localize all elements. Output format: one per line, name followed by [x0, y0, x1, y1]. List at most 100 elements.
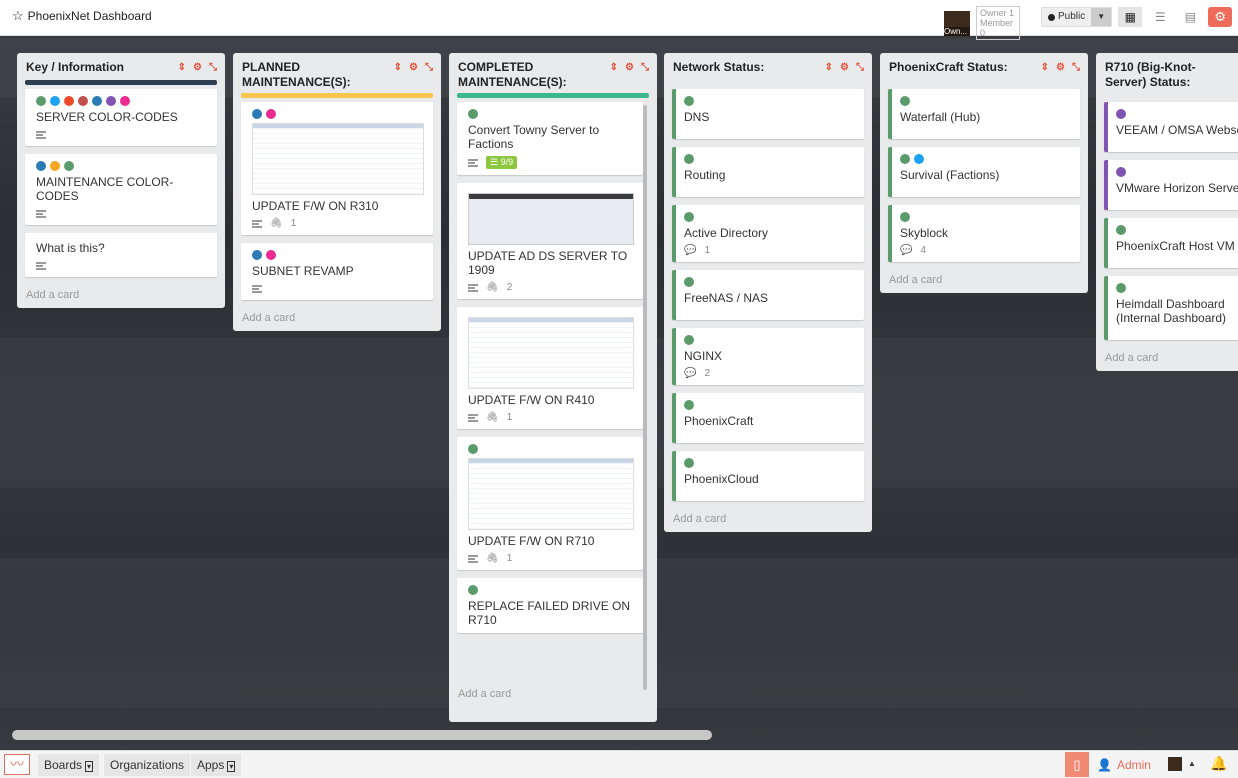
list-network-status: Network Status: ⇕ ⚙ ⤡ DNS Routing Active D…	[664, 53, 872, 532]
list-icons: ⇕ ⚙ ⤡	[610, 60, 649, 75]
card[interactable]: MAINTENANCE COLOR-CODES	[25, 154, 217, 225]
gear-icon[interactable]: ⚙	[193, 60, 202, 75]
organizations-label: Organizations	[110, 758, 185, 772]
card[interactable]: NGINX 💬 2	[672, 328, 864, 385]
calendar-view-icon[interactable]: ▤	[1178, 7, 1202, 27]
card[interactable]: REPLACE FAILED DRIVE ON R710	[457, 578, 643, 633]
caret-updown-icon[interactable]: ⇕	[394, 60, 402, 75]
horizontal-scrollbar[interactable]	[12, 730, 712, 740]
list-color-bar	[457, 93, 649, 98]
list-view-icon[interactable]: ☰	[1148, 7, 1172, 27]
label-dot	[92, 96, 102, 106]
add-card-button[interactable]: Add a card	[664, 509, 872, 532]
card-title: What is this?	[36, 241, 105, 255]
list-scroll-area[interactable]: Convert Towny Server to Factions ☰ 9/9 U…	[449, 102, 657, 684]
card[interactable]: What is this?	[25, 233, 217, 277]
caret-updown-icon[interactable]: ⇕	[178, 60, 186, 75]
collapse-icon[interactable]: ⤡	[209, 60, 217, 75]
app-logo-icon[interactable]: 〰	[4, 754, 30, 775]
card-title: MAINTENANCE COLOR-CODES	[36, 175, 174, 203]
collapse-icon[interactable]: ⤡	[856, 60, 864, 75]
card-title: PhoenixCloud	[684, 472, 759, 486]
list-key-information: Key / Information ⇕ ⚙ ⤡ SERVER COLOR-CODES…	[17, 53, 225, 308]
list-title[interactable]: COMPLETED MAINTENANCE(S):	[458, 60, 586, 90]
label-dot	[252, 250, 262, 260]
add-card-button[interactable]: Add a card	[1096, 348, 1238, 371]
card[interactable]: Waterfall (Hub)	[888, 89, 1080, 139]
card[interactable]: VEEAM / OMSA Webserver	[1104, 102, 1238, 152]
card[interactable]: Skyblock 💬 4	[888, 205, 1080, 262]
board-title: ☆ PhoenixNet Dashboard	[12, 9, 152, 24]
card[interactable]: PhoenixCloud	[672, 451, 864, 501]
admin-menu[interactable]: 👤 Admin	[1097, 758, 1156, 772]
description-icon	[468, 554, 478, 563]
card-title: Survival (Factions)	[900, 168, 1000, 182]
list-title[interactable]: PLANNED MAINTENANCE(S):	[242, 60, 370, 90]
boards-menu[interactable]: Boards ▾	[38, 754, 100, 776]
collapse-icon[interactable]: ⤡	[425, 60, 433, 75]
card[interactable]: UPDATE F/W ON R710 🖇 1	[457, 437, 643, 570]
card[interactable]: PhoenixCraft	[672, 393, 864, 443]
card[interactable]: Convert Towny Server to Factions ☰ 9/9	[457, 102, 643, 175]
visibility-button[interactable]: Public ▼	[1041, 7, 1113, 27]
board-title-text[interactable]: PhoenixNet Dashboard	[28, 9, 152, 23]
card[interactable]: Survival (Factions)	[888, 147, 1080, 197]
gear-icon[interactable]: ⚙	[840, 60, 849, 75]
add-card-button[interactable]: Add a card	[233, 308, 441, 331]
footer-bar: 〰 Boards ▾ Organizations Apps ▾ ▯ 👤 Admin ▲…	[0, 750, 1238, 778]
caret-down-icon[interactable]: ▼	[1091, 8, 1112, 26]
user-avatar[interactable]	[1168, 757, 1182, 771]
card[interactable]: UPDATE F/W ON R310 🖇 1	[241, 102, 433, 235]
collapse-icon[interactable]: ⤡	[1072, 60, 1080, 75]
card[interactable]: UPDATE AD DS SERVER TO 1909 🖇 2	[457, 183, 643, 299]
card-title: FreeNAS / NAS	[684, 291, 769, 305]
card[interactable]: PhoenixCraft Host VM	[1104, 218, 1238, 268]
caret-up-icon[interactable]: ▲	[1188, 759, 1196, 768]
card[interactable]: SERVER COLOR-CODES	[25, 89, 217, 146]
board-settings-gear-icon[interactable]: ⚙	[1208, 7, 1233, 27]
list-title[interactable]: PhoenixCraft Status:	[889, 60, 1017, 75]
comment-icon: 💬	[684, 368, 697, 379]
add-card-button[interactable]: Add a card	[449, 684, 657, 707]
card[interactable]: Heimdall Dashboard (Internal Dashboard)	[1104, 276, 1238, 340]
card-title: REPLACE FAILED DRIVE ON R710	[468, 599, 631, 627]
list-icons: ⇕ ⚙ ⤡	[825, 60, 864, 75]
gear-icon[interactable]: ⚙	[409, 60, 418, 75]
card-title: Active Directory	[684, 226, 769, 240]
label-dot	[684, 277, 694, 287]
card[interactable]: VMware Horizon Server	[1104, 160, 1238, 210]
apps-menu[interactable]: Apps ▾	[191, 754, 242, 776]
list-title[interactable]: Key / Information	[26, 60, 154, 75]
add-card-button[interactable]: Add a card	[880, 270, 1088, 293]
owner-avatar[interactable]: Own...	[944, 10, 970, 36]
card[interactable]: DNS	[672, 89, 864, 139]
label-dot	[78, 96, 88, 106]
bell-icon[interactable]: 🔔	[1210, 755, 1227, 772]
card-title: SUBNET REVAMP	[252, 264, 354, 278]
label-dot	[1116, 109, 1126, 119]
list-title[interactable]: Network Status:	[673, 60, 801, 75]
card[interactable]: Routing	[672, 147, 864, 197]
card[interactable]: Active Directory 💬 1	[672, 205, 864, 262]
caret-updown-icon[interactable]: ⇕	[1041, 60, 1049, 75]
mobile-view-icon[interactable]: ▯	[1065, 752, 1089, 777]
star-icon[interactable]: ☆	[12, 9, 24, 23]
caret-updown-icon[interactable]: ⇕	[825, 60, 833, 75]
gear-icon[interactable]: ⚙	[1056, 60, 1065, 75]
card[interactable]: UPDATE F/W ON R410 🖇 1	[457, 307, 643, 429]
collapse-icon[interactable]: ⤡	[641, 60, 649, 75]
card-title: VMware Horizon Server	[1116, 181, 1238, 195]
card-title: Waterfall (Hub)	[900, 110, 981, 124]
gear-icon[interactable]: ⚙	[625, 60, 634, 75]
label-dot	[50, 161, 60, 171]
board-header: ☆ PhoenixNet Dashboard Own... Owner 1 Me…	[0, 0, 1238, 40]
list-icons: ⇕ ⚙ ⤡	[1041, 60, 1080, 75]
card[interactable]: SUBNET REVAMP	[241, 243, 433, 300]
organizations-link[interactable]: Organizations	[104, 754, 191, 776]
list-scrollbar[interactable]	[643, 105, 647, 690]
board-view-icon[interactable]: ▦	[1118, 7, 1143, 27]
card[interactable]: FreeNAS / NAS	[672, 270, 864, 320]
list-title[interactable]: R710 (Big-Knot-Server) Status:	[1105, 60, 1215, 90]
caret-updown-icon[interactable]: ⇕	[610, 60, 618, 75]
add-card-button[interactable]: Add a card	[17, 285, 225, 308]
